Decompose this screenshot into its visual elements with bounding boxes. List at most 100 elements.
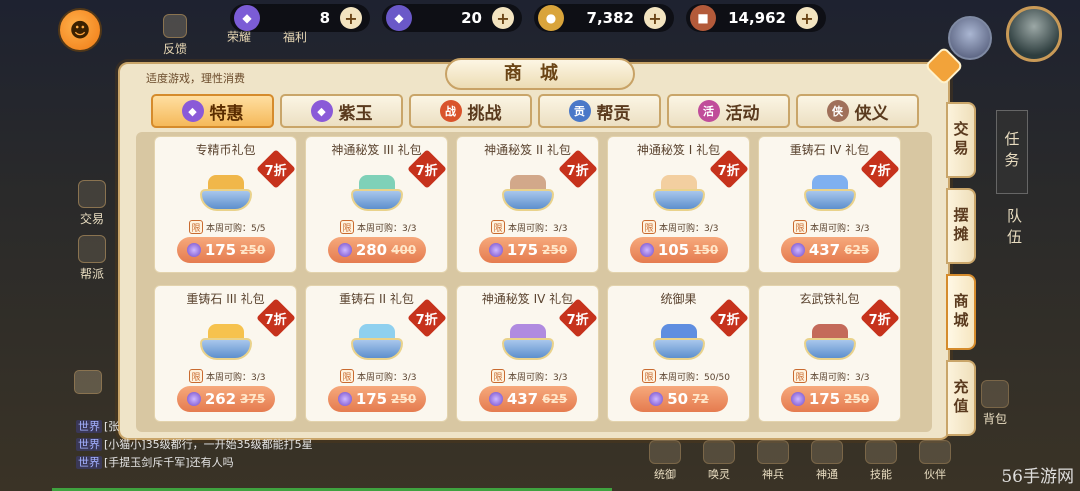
- limit-text: 本周可购：3/3: [508, 372, 568, 383]
- tab-chivalry[interactable]: 侠侠义: [796, 94, 919, 128]
- shop-panel: 适度游戏，理性消费 商城 ◆ 特惠 ◆ 紫玉 战挑战 贡帮贡 活活动 侠侠义 交易 …: [118, 46, 976, 440]
- purple-jade-icon: [790, 243, 805, 257]
- divine-weapon-button[interactable]: 神兵: [754, 440, 792, 482]
- current-price: 437: [506, 390, 539, 408]
- shop-item-card[interactable]: 重铸石 II 礼包 7折 限 本周可购：3/3 175 250: [305, 285, 448, 422]
- divine-weapon-icon: [757, 440, 789, 464]
- tab-event[interactable]: 活活动: [667, 94, 790, 128]
- original-price: 72: [692, 392, 709, 406]
- character-avatar[interactable]: [1006, 6, 1062, 62]
- resource-bound-jade: ◆ 20 +: [382, 4, 522, 32]
- original-price: 250: [844, 392, 870, 406]
- purchase-limit: 限 本周可购：3/3: [340, 220, 417, 234]
- gift-pack-icon: [351, 316, 403, 360]
- bag-icon: [981, 380, 1009, 408]
- shop-item-card[interactable]: 统御果 7折 限 本周可购：50/50 50 72: [607, 285, 750, 422]
- purchase-limit: 限 本周可购：3/3: [491, 220, 568, 234]
- tab-purple-jade[interactable]: ◆ 紫玉: [280, 94, 403, 128]
- current-price: 262: [204, 390, 237, 408]
- buy-button[interactable]: 175 250: [781, 386, 879, 412]
- limit-text: 本周可购：3/3: [206, 372, 266, 383]
- limit-tag: 限: [642, 220, 656, 234]
- add-gold-button[interactable]: +: [644, 7, 666, 29]
- original-price: 375: [240, 392, 266, 406]
- pet-avatar[interactable]: [948, 16, 992, 60]
- guild-button[interactable]: 帮派: [70, 235, 114, 282]
- buy-button[interactable]: 262 375: [177, 386, 275, 412]
- limit-tag: 限: [491, 369, 505, 383]
- add-bound-jade-button[interactable]: +: [492, 7, 514, 29]
- purple-jade-icon: ◆: [310, 100, 333, 122]
- current-price: 437: [808, 241, 841, 259]
- resource-bar: ◆ 8 + ◆ 20 + ● 7,382 + ■ 14,962 +: [230, 4, 826, 36]
- limit-tag: 限: [642, 369, 656, 383]
- current-price: 50: [667, 390, 689, 408]
- shop-item-card[interactable]: 神通秘笈 I 礼包 7折 限 本周可购：3/3 105 150: [607, 136, 750, 273]
- purple-jade-icon: [649, 392, 664, 406]
- companion-icon: [919, 440, 951, 464]
- tab-special-offer[interactable]: ◆ 特惠: [151, 94, 274, 128]
- gift-pack-icon: [653, 167, 705, 211]
- spirit-button[interactable]: 唤灵: [700, 440, 738, 482]
- shop-item-card[interactable]: 玄武铁礼包 7折 限 本周可购：3/3 175 250: [758, 285, 901, 422]
- buy-button[interactable]: 175 250: [328, 386, 426, 412]
- skill-button[interactable]: 技能: [862, 440, 900, 482]
- gift-bowl: [351, 189, 403, 211]
- side-tab-stall[interactable]: 摆摊: [946, 188, 976, 264]
- command-button[interactable]: 统御: [646, 440, 684, 482]
- buy-button[interactable]: 105 150: [630, 237, 728, 263]
- tab-guild-contribution[interactable]: 贡帮贡: [538, 94, 661, 128]
- limit-tag: 限: [340, 369, 354, 383]
- purchase-limit: 限 本周可购：3/3: [340, 369, 417, 383]
- current-price: 175: [204, 241, 237, 259]
- buy-button[interactable]: 280 400: [328, 237, 426, 263]
- purple-jade-icon: [639, 243, 654, 257]
- purple-jade-icon: ◆: [234, 5, 260, 31]
- shop-item-card[interactable]: 神通秘笈 IV 礼包 7折 限 本周可购：3/3 437 625: [456, 285, 599, 422]
- bag-button[interactable]: 背包: [978, 380, 1012, 427]
- tab-challenge[interactable]: 战挑战: [409, 94, 532, 128]
- gift-bowl: [804, 338, 856, 360]
- side-tab-recharge[interactable]: 充值: [946, 360, 976, 436]
- team-button[interactable]: 队伍: [1004, 208, 1025, 250]
- resource-gold: ● 7,382 +: [534, 4, 674, 32]
- buy-button[interactable]: 437 625: [781, 237, 879, 263]
- divine-skill-button[interactable]: 神通: [808, 440, 846, 482]
- shop-item-card[interactable]: 重铸石 III 礼包 7折 限 本周可购：3/3 262 375: [154, 285, 297, 422]
- shop-item-card[interactable]: 神通秘笈 II 礼包 7折 限 本周可购：3/3 175 250: [456, 136, 599, 273]
- limit-tag: 限: [793, 220, 807, 234]
- limit-text: 本周可购：3/3: [659, 223, 719, 234]
- gift-pack-icon: [502, 316, 554, 360]
- task-button[interactable]: 任务: [996, 110, 1028, 194]
- purple-jade-icon: [337, 392, 352, 406]
- gift-pack-icon: [502, 167, 554, 211]
- companion-button[interactable]: 伙伴: [916, 440, 954, 482]
- shop-item-card[interactable]: 重铸石 IV 礼包 7折 限 本周可购：3/3 437 625: [758, 136, 901, 273]
- original-price: 150: [693, 243, 719, 257]
- chat-log: 世界 [张 世界 [小猫小]35级都行，一开始35级都能打5星 世界 [手提玉剑斥千军…: [76, 418, 313, 472]
- buy-button[interactable]: 50 72: [630, 386, 728, 412]
- current-price: 280: [355, 241, 388, 259]
- purchase-limit: 限 本周可购：3/3: [793, 369, 870, 383]
- trade-button[interactable]: 交易: [70, 180, 114, 227]
- limit-tag: 限: [491, 220, 505, 234]
- moderation-notice: 适度游戏，理性消费: [146, 72, 245, 85]
- add-copper-button[interactable]: +: [796, 7, 818, 29]
- side-tab-mall[interactable]: 商城: [946, 274, 976, 350]
- feedback-button[interactable]: 反馈: [158, 14, 192, 57]
- side-tab-trade[interactable]: 交易: [946, 102, 976, 178]
- player-avatar[interactable]: ☻: [58, 8, 102, 52]
- original-price: 625: [844, 243, 870, 257]
- gift-bowl: [653, 189, 705, 211]
- chat-button[interactable]: [74, 370, 102, 394]
- buy-button[interactable]: 175 250: [177, 237, 275, 263]
- bound-jade-icon: ◆: [386, 5, 412, 31]
- purple-jade-icon: [790, 392, 805, 406]
- buy-button[interactable]: 437 625: [479, 386, 577, 412]
- add-purple-jade-button[interactable]: +: [340, 7, 362, 29]
- buy-button[interactable]: 175 250: [479, 237, 577, 263]
- limit-text: 本周可购：50/50: [659, 372, 730, 383]
- shop-item-card[interactable]: 专精币礼包 7折 限 本周可购：5/5 175 250: [154, 136, 297, 273]
- shop-item-card[interactable]: 神通秘笈 III 礼包 7折 限 本周可购：3/3 280 400: [305, 136, 448, 273]
- purple-jade-icon: [337, 243, 352, 257]
